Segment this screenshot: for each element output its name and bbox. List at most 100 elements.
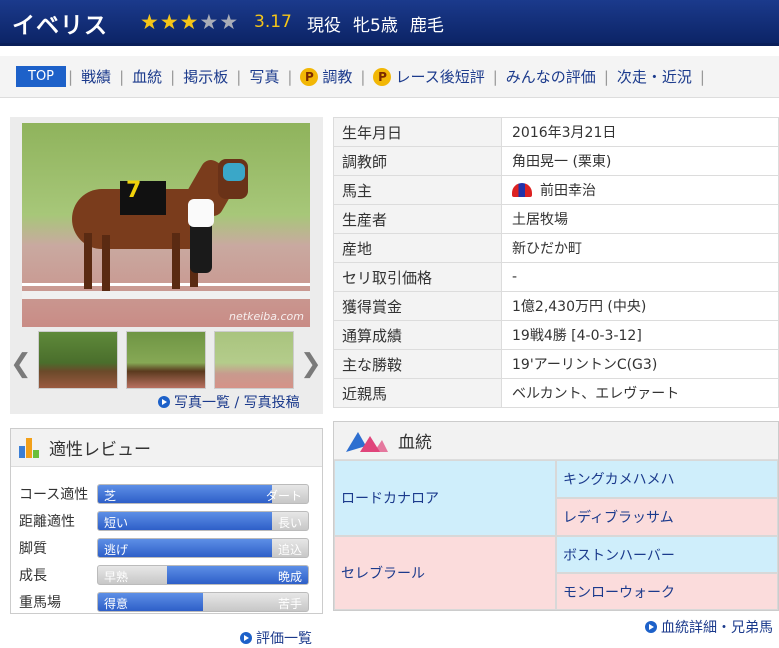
- review-right-label: 長い: [277, 516, 302, 530]
- photo-thumbnail[interactable]: [126, 331, 206, 389]
- profile-table: 生年月日 2016年3月21日 調教師 角田晃一 (栗東) 馬主 前田幸治生産者 土居牧場産…: [333, 117, 779, 408]
- review-right-label: 苦手: [277, 597, 302, 611]
- nav-training[interactable]: P 調教: [294, 66, 358, 87]
- review-row: コース適性 芝 ダート: [19, 483, 309, 505]
- aptitude-review-panel: 適性レビュー コース適性 芝 ダート 距離適性 短い 長い 脚質 逃げ 追込 成長 早熟 晩成 重馬場 得…: [10, 428, 323, 614]
- star-icon: ★: [140, 10, 159, 34]
- next-arrow-icon[interactable]: ❯: [300, 349, 322, 379]
- pedigree-sire-sire[interactable]: キングカメハメハ: [556, 460, 778, 498]
- star-icon: ★: [179, 10, 199, 34]
- star-rating: ★ ★ ★ ★ ★: [140, 11, 238, 33]
- photo-panel: 7 netkeiba.com ❮ ❯ 写真一覧 / 写真投稿: [10, 117, 323, 414]
- review-header: 適性レビュー: [11, 429, 322, 467]
- pedigree-detail-label: 血統詳細・兄弟馬: [661, 620, 773, 636]
- main-horse-photo[interactable]: 7 netkeiba.com: [22, 123, 310, 327]
- star-icon: ★: [159, 10, 179, 34]
- rating-value: 3.17: [254, 12, 292, 32]
- profile-row: 生年月日 2016年3月21日: [333, 117, 779, 147]
- profile-row: 通算成績 19戦4勝 [4-0-3-12]: [333, 320, 779, 350]
- photo-links-label: 写真一覧 / 写真投稿: [174, 395, 300, 411]
- profile-row: 獲得賞金 1億2,430万円 (中央): [333, 291, 779, 321]
- profile-label: 近親馬: [333, 378, 502, 408]
- review-bar: 芝 ダート: [97, 484, 309, 504]
- pedigree-title: 血統: [398, 433, 432, 453]
- profile-value[interactable]: 角田晃一 (栗東): [501, 146, 779, 176]
- pedigree-dam[interactable]: セレブラール: [334, 536, 556, 610]
- profile-label: 通算成績: [333, 320, 502, 350]
- review-bar: 早熟 晩成: [97, 565, 309, 585]
- photo-links[interactable]: 写真一覧 / 写真投稿: [158, 392, 300, 412]
- horse-header: イベリス ★ ★ ★ ★ ★ 3.17 現役 牝5歳 鹿毛: [0, 0, 779, 46]
- pedigree-sire-dam[interactable]: レディブラッサム: [556, 498, 778, 536]
- review-bar: 得意 苦手: [97, 592, 309, 612]
- profile-label: 馬主: [333, 175, 502, 205]
- profile-label: 主な勝鞍: [333, 349, 502, 379]
- pedigree-dam-sire[interactable]: ボストンハーバー: [556, 536, 778, 573]
- profile-value: 新ひだか町: [501, 233, 779, 263]
- nav-top[interactable]: TOP: [16, 66, 67, 87]
- nav-user-ratings[interactable]: みんなの評価: [500, 66, 602, 87]
- profile-value: 2016年3月21日: [501, 117, 779, 147]
- review-list-link[interactable]: 評価一覧: [240, 628, 312, 648]
- arrow-bullet-icon: [158, 396, 170, 408]
- profile-row: 生産者 土居牧場: [333, 204, 779, 234]
- review-bar-fill: [98, 485, 273, 503]
- nav-pedigree[interactable]: 血統: [126, 66, 168, 87]
- nav-photo[interactable]: 写真: [243, 66, 285, 87]
- bar-chart-icon: [19, 437, 41, 458]
- review-right-label: ダート: [265, 489, 302, 503]
- nav-race-review-label: レース後短評: [395, 68, 485, 86]
- review-right-label: 追込: [277, 543, 302, 557]
- profile-value: 19戦4勝 [4-0-3-12]: [501, 320, 779, 350]
- photo-thumbnail[interactable]: [214, 331, 294, 389]
- profile-row: 産地 新ひだか町: [333, 233, 779, 263]
- nav-results[interactable]: 戦績: [75, 66, 117, 87]
- premium-icon: P: [373, 67, 392, 86]
- review-label: 成長: [19, 568, 47, 584]
- nav-next-race[interactable]: 次走・近況: [611, 66, 698, 87]
- pedigree-sire[interactable]: ロードカナロア: [334, 460, 556, 536]
- pedigree-header: 血統: [334, 422, 778, 460]
- profile-row: セリ取引価格 -: [333, 262, 779, 292]
- profile-value[interactable]: 19'アーリントンC(G3): [501, 349, 779, 379]
- profile-label: 調教師: [333, 146, 502, 176]
- review-row: 成長 早熟 晩成: [19, 564, 309, 586]
- review-bar: 逃げ 追込: [97, 538, 309, 558]
- saddlecloth-number: 7: [126, 178, 142, 203]
- review-bar: 短い 長い: [97, 511, 309, 531]
- nav-race-review[interactable]: P レース後短評: [367, 66, 490, 87]
- review-left-label: 芝: [104, 489, 117, 503]
- review-label: 重馬場: [19, 595, 61, 611]
- review-title: 適性レビュー: [49, 440, 151, 460]
- profile-label: 生産者: [333, 204, 502, 234]
- owner-name[interactable]: 前田幸治: [540, 183, 596, 199]
- photo-thumbnail[interactable]: [38, 331, 118, 389]
- review-left-label: 得意: [104, 597, 129, 611]
- review-right-label: 晩成: [277, 570, 302, 584]
- status-sex-age: 牝5歳: [353, 16, 398, 36]
- pedigree-detail-link[interactable]: 血統詳細・兄弟馬: [645, 617, 773, 637]
- profile-row: 調教師 角田晃一 (栗東): [333, 146, 779, 176]
- profile-label: 獲得賞金: [333, 291, 502, 321]
- profile-label: セリ取引価格: [333, 262, 502, 292]
- review-left-label: 逃げ: [104, 543, 129, 557]
- profile-row: 馬主 前田幸治: [333, 175, 779, 205]
- status-active: 現役: [307, 16, 341, 36]
- profile-value[interactable]: 土居牧場: [501, 204, 779, 234]
- profile-value: -: [501, 262, 779, 292]
- status-coat: 鹿毛: [409, 16, 444, 36]
- arrow-bullet-icon: [240, 632, 252, 644]
- review-list-label: 評価一覧: [256, 631, 312, 647]
- profile-value[interactable]: 前田幸治: [501, 175, 779, 205]
- premium-icon: P: [300, 67, 319, 86]
- pedigree-dam-dam[interactable]: モンローウォーク: [556, 573, 778, 610]
- review-left-label: 短い: [104, 516, 129, 530]
- prev-arrow-icon[interactable]: ❮: [10, 349, 32, 379]
- profile-row: 近親馬 ベルカント、エレヴァート: [333, 378, 779, 408]
- review-left-label: 早熟: [104, 570, 129, 584]
- nav-training-label: 調教: [322, 68, 353, 86]
- profile-label: 生年月日: [333, 117, 502, 147]
- nav-board[interactable]: 掲示板: [177, 66, 234, 87]
- profile-label: 産地: [333, 233, 502, 263]
- profile-value[interactable]: ベルカント、エレヴァート: [501, 378, 779, 408]
